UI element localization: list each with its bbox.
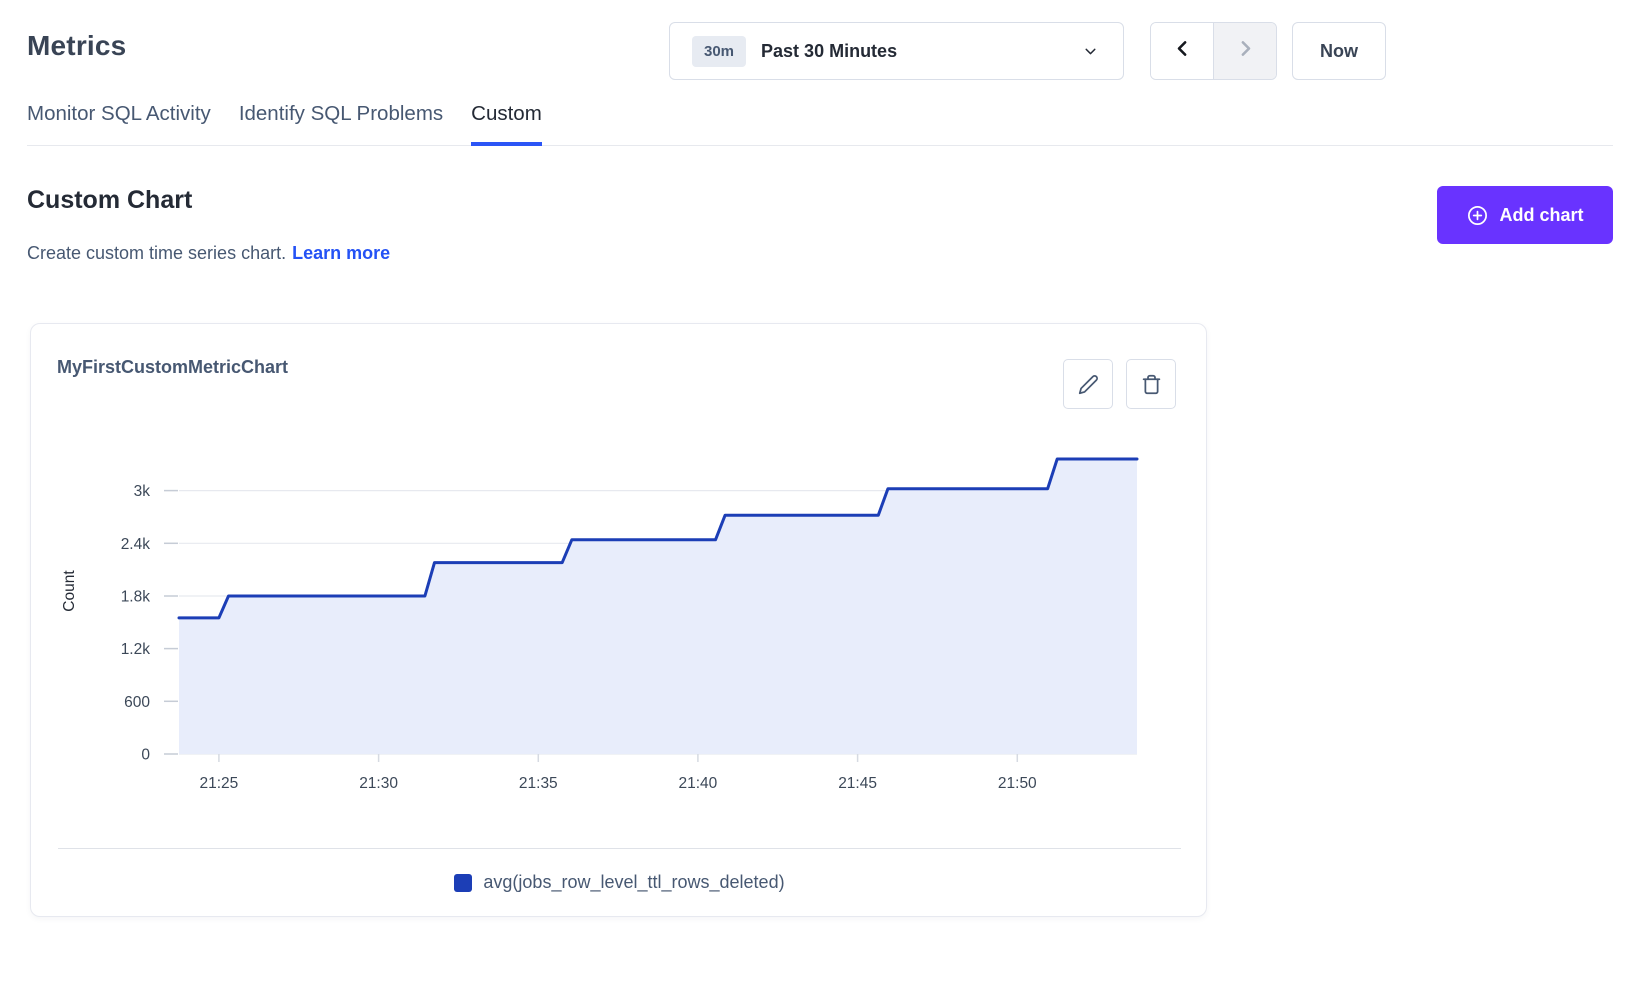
time-series-plot[interactable]: 0 600 1.2k 1.8k 2.4k 3k 21:25 21:30 21:35 21:40 21… <box>31 414 1208 814</box>
learn-more-link[interactable]: Learn more <box>292 243 390 263</box>
add-chart-label: Add chart <box>1499 205 1583 226</box>
time-range-label: Past 30 Minutes <box>761 41 897 62</box>
tab-monitor-sql-activity[interactable]: Monitor SQL Activity <box>27 98 211 145</box>
x-tick-label: 21:35 <box>519 775 558 792</box>
tab-identify-sql-problems[interactable]: Identify SQL Problems <box>239 98 443 145</box>
description-text: Create custom time series chart. <box>27 243 286 263</box>
section-description: Create custom time series chart. Learn mo… <box>27 243 390 264</box>
pencil-icon <box>1078 374 1099 395</box>
x-tick-label: 21:40 <box>679 775 718 792</box>
y-tick-label: 1.8k <box>121 589 151 606</box>
chart-title: MyFirstCustomMetricChart <box>57 357 288 378</box>
x-tick-label: 21:50 <box>998 775 1037 792</box>
trash-icon <box>1141 374 1162 395</box>
legend-swatch <box>454 874 472 892</box>
custom-chart-card: MyFirstCustomMetricChart 0 600 1.2k 1.8k 2.4… <box>30 323 1207 917</box>
previous-time-button[interactable] <box>1151 23 1213 79</box>
y-axis-title: Count <box>61 570 78 612</box>
tab-label: Identify SQL Problems <box>239 102 443 126</box>
time-nav-group <box>1150 22 1277 80</box>
time-range-dropdown[interactable]: 30m Past 30 Minutes <box>669 22 1124 80</box>
chevron-left-icon <box>1172 38 1193 64</box>
series-area <box>179 459 1137 754</box>
metrics-tabs: Monitor SQL Activity Identify SQL Proble… <box>27 98 1613 146</box>
card-divider <box>58 848 1181 849</box>
chevron-down-icon <box>1082 43 1099 60</box>
metrics-page: Metrics 30m Past 30 Minutes Now Monitor … <box>0 0 1650 982</box>
y-tick-label: 1.2k <box>121 641 151 658</box>
legend-label: avg(jobs_row_level_ttl_rows_deleted) <box>483 872 784 893</box>
delete-chart-button[interactable] <box>1126 359 1176 409</box>
x-tick-label: 21:30 <box>359 775 398 792</box>
chevron-right-icon <box>1235 38 1256 64</box>
tab-custom[interactable]: Custom <box>471 98 542 145</box>
edit-chart-button[interactable] <box>1063 359 1113 409</box>
tab-label: Monitor SQL Activity <box>27 102 211 126</box>
plus-circle-icon <box>1466 204 1489 227</box>
y-tick-label: 2.4k <box>121 536 151 553</box>
add-chart-button[interactable]: Add chart <box>1437 186 1613 244</box>
page-title: Metrics <box>27 30 126 62</box>
x-tick-label: 21:25 <box>200 775 239 792</box>
y-tick-label: 600 <box>124 694 150 711</box>
y-tick-label: 0 <box>141 747 150 764</box>
x-tick-label: 21:45 <box>838 775 877 792</box>
now-button[interactable]: Now <box>1292 22 1386 80</box>
time-range-badge: 30m <box>692 36 746 67</box>
now-button-label: Now <box>1320 41 1358 62</box>
chart-legend-item[interactable]: avg(jobs_row_level_ttl_rows_deleted) <box>31 872 1208 893</box>
section-heading: Custom Chart <box>27 186 192 215</box>
y-tick-label: 3k <box>134 483 151 500</box>
tab-label: Custom <box>471 102 542 126</box>
next-time-button[interactable] <box>1213 23 1276 79</box>
